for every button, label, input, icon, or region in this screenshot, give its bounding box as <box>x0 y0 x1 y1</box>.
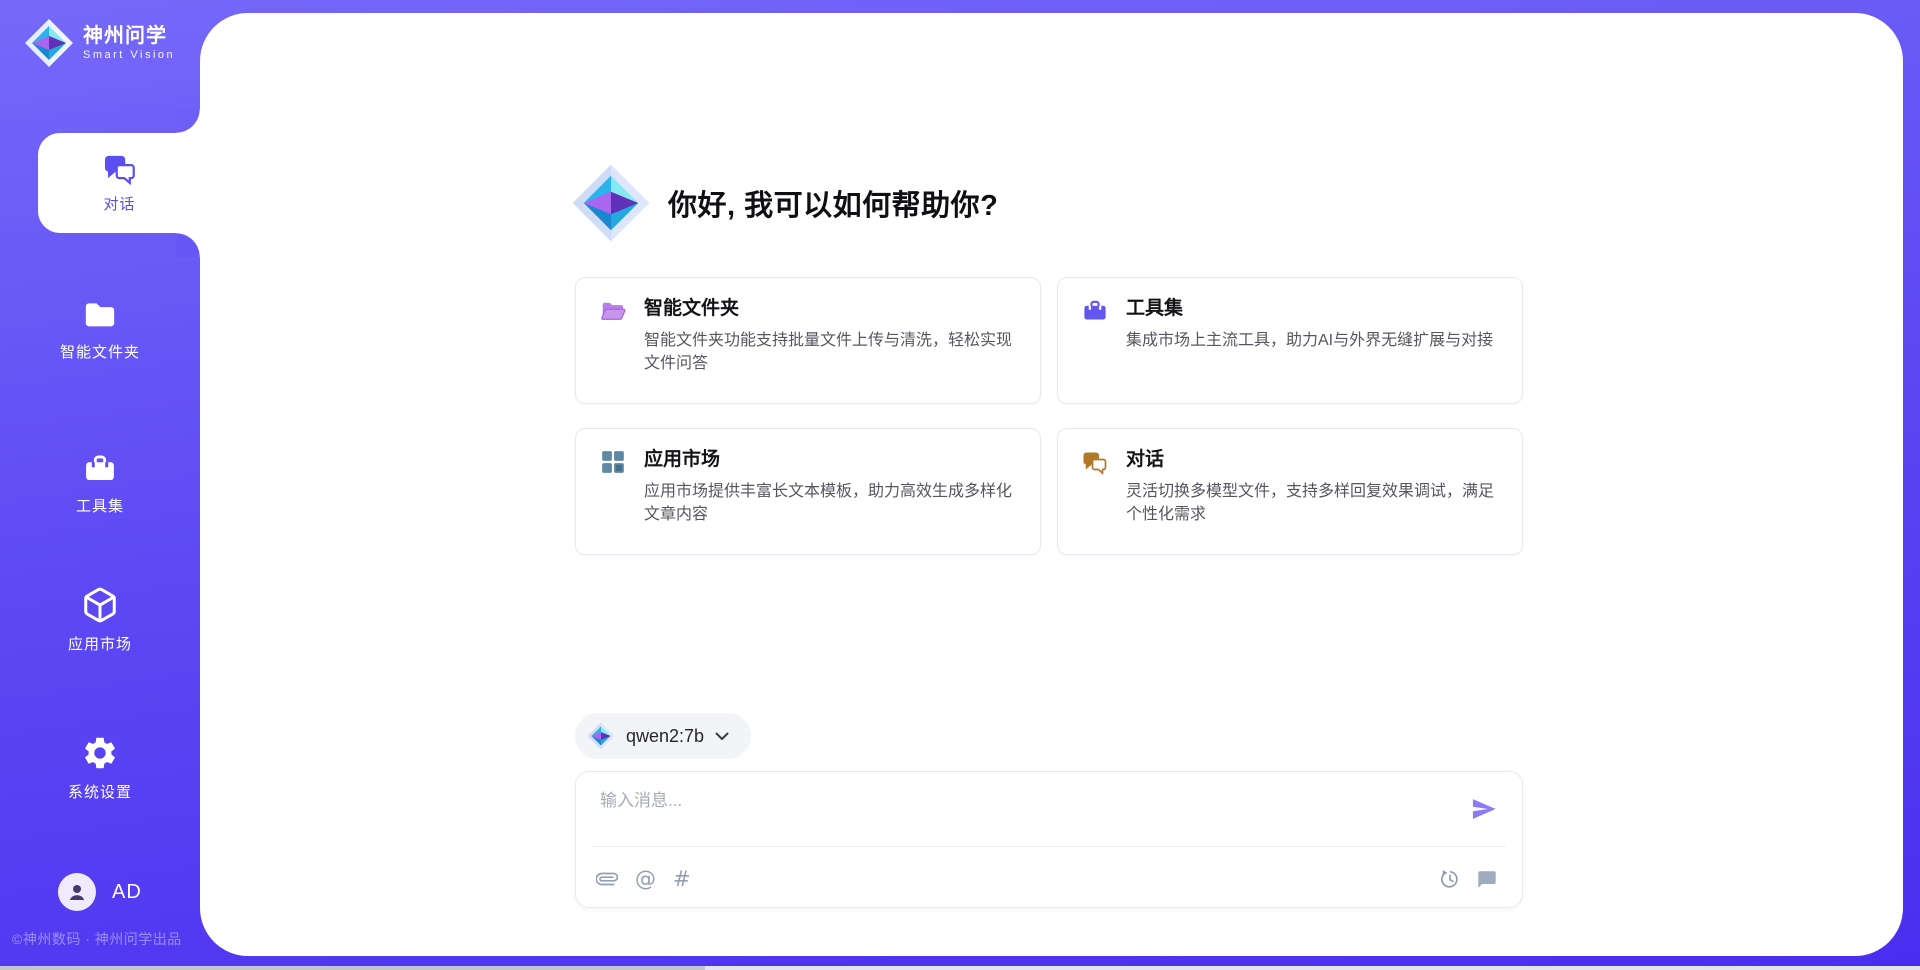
hash-icon: # <box>673 866 691 892</box>
model-logo-icon <box>587 722 615 750</box>
chat-bubble-icon <box>1476 868 1498 890</box>
chat-icon <box>102 152 138 186</box>
sidebar-diamond-logo-icon <box>24 18 74 68</box>
history-icon <box>1439 868 1461 890</box>
folder-icon <box>82 298 118 332</box>
quick-phrase-button[interactable] <box>1476 866 1498 892</box>
apps-grid-icon <box>600 449 626 475</box>
main-panel: 你好, 我可以如何帮助你? 智能文件夹 智能文件夹功能支持批量文件上传与清洗，轻… <box>200 13 1903 956</box>
app-subtitle: Smart Vision <box>83 48 175 62</box>
sidebar-item-app-market[interactable]: 应用市场 <box>0 586 200 654</box>
scrollbar-thumb[interactable] <box>0 966 705 970</box>
feature-cards: 智能文件夹 智能文件夹功能支持批量文件上传与清洗，轻松实现文件问答 工具集 集成… <box>575 277 1523 555</box>
greeting: 你好, 我可以如何帮助你? <box>571 163 998 243</box>
chevron-down-icon <box>715 732 729 741</box>
paperclip-icon <box>596 868 618 890</box>
folder-open-icon <box>600 298 626 324</box>
feature-card-app-market[interactable]: 应用市场 应用市场提供丰富长文本模板，助力高效生成多样化文章内容 <box>575 428 1041 555</box>
model-name: qwen2:7b <box>626 726 704 747</box>
sidebar-item-label: 工具集 <box>76 495 124 516</box>
horizontal-scrollbar <box>0 966 1920 970</box>
send-button[interactable] <box>1470 795 1498 823</box>
user-account[interactable]: AD <box>58 873 142 911</box>
at-icon: @ <box>635 866 656 892</box>
person-icon <box>65 880 89 904</box>
attach-button[interactable] <box>596 866 618 892</box>
tab-fillet-top <box>176 109 201 133</box>
feature-card-toolset[interactable]: 工具集 集成市场上主流工具，助力AI与外界无缝扩展与对接 <box>1057 277 1523 404</box>
app-title: 神州问学 <box>83 24 175 48</box>
feature-card-smart-folder[interactable]: 智能文件夹 智能文件夹功能支持批量文件上传与清洗，轻松实现文件问答 <box>575 277 1041 404</box>
app-logo: 神州问学 Smart Vision <box>24 18 175 68</box>
composer: @ # <box>575 771 1523 908</box>
send-icon <box>1470 795 1498 823</box>
sidebar-item-settings[interactable]: 系统设置 <box>0 734 200 802</box>
sidebar-item-chat[interactable]: 对话 <box>38 133 201 233</box>
hash-button[interactable]: # <box>673 866 691 892</box>
sidebar: 神州问学 Smart Vision 对话 智能文件夹 工具集 <box>0 0 200 970</box>
card-description: 智能文件夹功能支持批量文件上传与清洗，轻松实现文件问答 <box>644 329 1016 375</box>
card-description: 集成市场上主流工具，助力AI与外界无缝扩展与对接 <box>1126 329 1493 352</box>
page-title: 你好, 我可以如何帮助你? <box>668 182 998 224</box>
card-title: 对话 <box>1126 446 1498 473</box>
avatar <box>58 873 96 911</box>
card-title: 工具集 <box>1126 295 1493 322</box>
model-selector[interactable]: qwen2:7b <box>575 713 751 759</box>
message-input[interactable] <box>600 786 1450 816</box>
chat-bubbles-icon <box>1082 449 1108 475</box>
composer-divider <box>592 846 1506 847</box>
card-title: 应用市场 <box>644 446 1016 473</box>
cube-icon <box>81 586 119 624</box>
sidebar-item-smart-folder[interactable]: 智能文件夹 <box>0 298 200 362</box>
sidebar-item-label: 系统设置 <box>68 781 132 802</box>
history-button[interactable] <box>1439 866 1461 892</box>
gear-icon <box>81 734 119 772</box>
briefcase-icon <box>82 452 118 486</box>
card-title: 智能文件夹 <box>644 295 1016 322</box>
card-description: 灵活切换多模型文件，支持多样回复效果调试，满足个性化需求 <box>1126 480 1498 526</box>
app-diamond-logo-icon <box>571 163 651 243</box>
tab-fillet-bottom <box>176 233 201 257</box>
user-name: AD <box>112 881 142 904</box>
feature-card-chat[interactable]: 对话 灵活切换多模型文件，支持多样回复效果调试，满足个性化需求 <box>1057 428 1523 555</box>
sidebar-item-label: 对话 <box>103 193 135 214</box>
sidebar-item-label: 应用市场 <box>68 633 132 654</box>
footer-credit: ©神州数码 · 神州问学出品 <box>12 929 182 949</box>
sidebar-item-label: 智能文件夹 <box>60 341 140 362</box>
toolbox-icon <box>1082 298 1108 324</box>
sidebar-item-toolset[interactable]: 工具集 <box>0 452 200 516</box>
card-description: 应用市场提供丰富长文本模板，助力高效生成多样化文章内容 <box>644 480 1016 526</box>
mention-button[interactable]: @ <box>635 866 656 892</box>
